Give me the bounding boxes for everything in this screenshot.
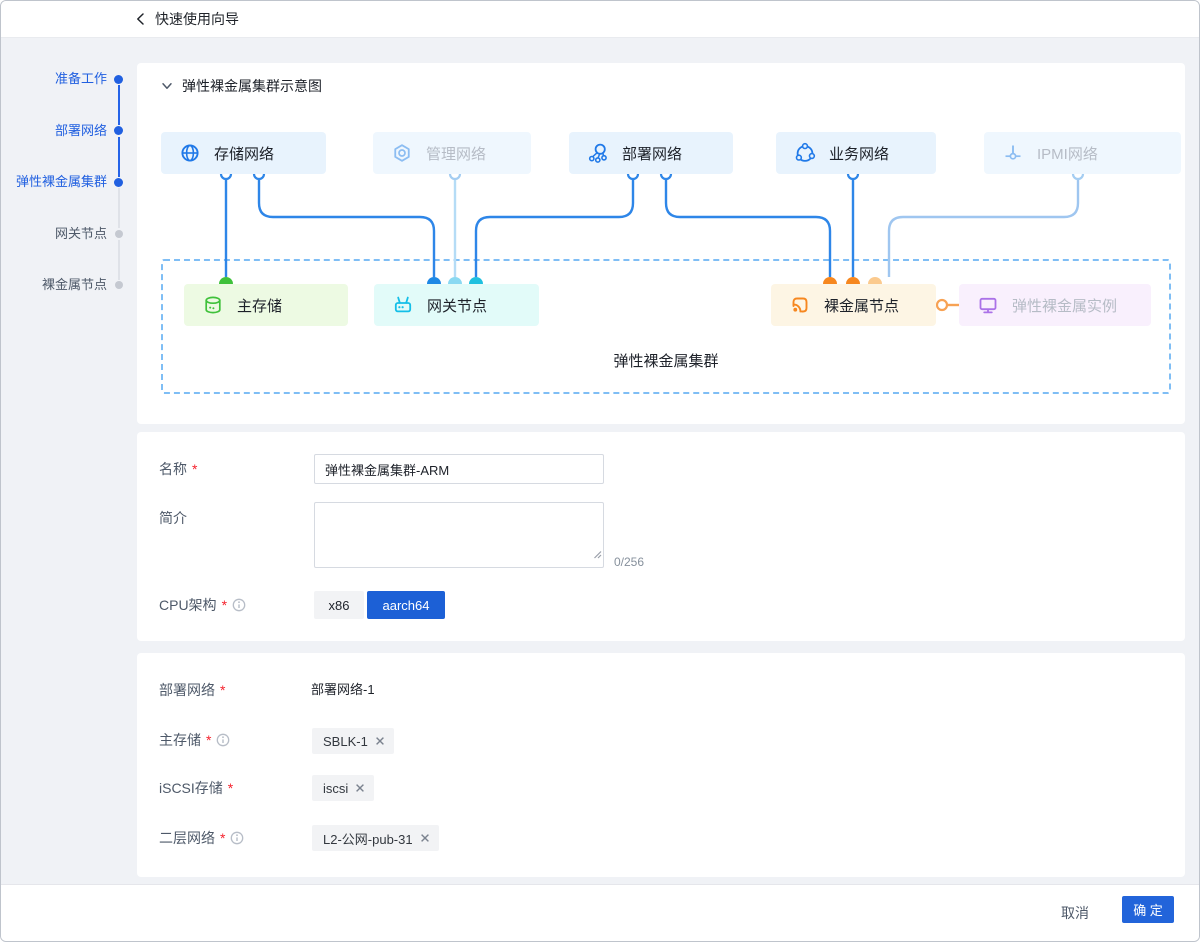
signal-icon	[789, 294, 811, 316]
cancel-button[interactable]: 取消	[1061, 900, 1089, 927]
back-chevron-icon[interactable]	[133, 11, 149, 27]
monitor-icon	[977, 294, 999, 316]
globe-icon	[179, 142, 201, 164]
step-connector	[118, 85, 120, 125]
info-icon[interactable]	[232, 598, 246, 612]
node-label: 网关节点	[427, 295, 487, 316]
name-input[interactable]	[314, 454, 604, 484]
node-label: 管理网络	[426, 143, 486, 164]
node-ipmi-network: IPMI网络	[984, 132, 1181, 174]
router-icon	[392, 294, 414, 316]
step-dot[interactable]	[115, 230, 123, 238]
node-label: 部署网络	[622, 143, 682, 164]
required-mark: *	[206, 730, 211, 750]
node-storage-network: 存储网络	[161, 132, 326, 174]
l2-network-label: 二层网络*	[159, 828, 244, 848]
step-dot[interactable]	[114, 75, 123, 84]
database-icon	[202, 294, 224, 316]
node-mgmt-network: 管理网络	[373, 132, 531, 174]
top-bar: 快速使用向导	[1, 1, 1199, 38]
required-mark: *	[228, 778, 233, 798]
step-label-deploy-network[interactable]: 部署网络	[55, 122, 107, 140]
remove-icon[interactable]	[355, 783, 365, 793]
node-elastic-instance: 弹性裸金属实例	[959, 284, 1151, 326]
node-label: 存储网络	[214, 143, 274, 164]
iscsi-storage-label: iSCSI存储*	[159, 778, 233, 798]
step-label-prepare[interactable]: 准备工作	[55, 70, 107, 88]
step-dot[interactable]	[114, 178, 123, 187]
cluster-dashed-boundary	[161, 259, 1171, 394]
step-label-cluster[interactable]: 弹性裸金属集群	[16, 173, 107, 191]
node-primary-storage: 主存储	[184, 284, 348, 326]
l2-network-tag[interactable]: L2-公网-pub-31	[312, 825, 439, 851]
basic-form-card: 名称* 简介 0/256 CPU架构* x86 aarch64	[137, 432, 1185, 641]
wizard-window: 快速使用向导 准备工作 部署网络 弹性裸金属集群 网关节点 裸金属节点 弹性裸金…	[0, 0, 1200, 942]
diagram-card: 弹性裸金属集群示意图	[137, 63, 1185, 424]
primary-storage-tag[interactable]: SBLK-1	[312, 728, 394, 754]
required-mark: *	[192, 459, 197, 479]
info-icon[interactable]	[216, 733, 230, 747]
node-label: 弹性裸金属实例	[1012, 295, 1117, 316]
deploy-network-label: 部署网络*	[159, 680, 225, 700]
step-connector	[118, 188, 120, 228]
step-label-gateway[interactable]: 网关节点	[55, 225, 107, 243]
cluster-icon	[587, 142, 609, 164]
confirm-button[interactable]: 确 定	[1122, 896, 1174, 923]
cpu-arch-toggle: x86 aarch64	[314, 591, 445, 619]
chevron-down-icon	[161, 80, 173, 92]
network-form-card: 部署网络* 部署网络-1 主存储* SBLK-1 iSCSI存储* iscsi …	[137, 653, 1185, 877]
step-dot[interactable]	[114, 126, 123, 135]
description-label: 简介	[159, 508, 187, 528]
deploy-network-value: 部署网络-1	[311, 680, 375, 700]
node-label: 裸金属节点	[824, 295, 899, 316]
node-baremetal: 裸金属节点	[771, 284, 936, 326]
primary-storage-label: 主存储*	[159, 730, 230, 750]
page-title: 快速使用向导	[155, 1, 239, 37]
cpu-option-aarch64[interactable]: aarch64	[367, 591, 445, 619]
diagram-section-title: 弹性裸金属集群示意图	[182, 76, 322, 96]
required-mark: *	[222, 595, 227, 615]
step-connector	[118, 240, 120, 280]
cpu-option-x86[interactable]: x86	[314, 591, 364, 619]
required-mark: *	[220, 828, 225, 848]
footer-bar: 取消 确 定	[1, 884, 1199, 942]
description-textarea[interactable]	[314, 502, 604, 568]
remove-icon[interactable]	[420, 833, 430, 843]
node-deploy-network: 部署网络	[569, 132, 733, 174]
node-label: 主存储	[237, 295, 282, 316]
node-gateway: 网关节点	[374, 284, 539, 326]
info-icon[interactable]	[230, 831, 244, 845]
remove-icon[interactable]	[375, 736, 385, 746]
node-label: 业务网络	[829, 143, 889, 164]
diagram-section-toggle[interactable]: 弹性裸金属集群示意图	[161, 76, 322, 96]
char-counter: 0/256	[614, 555, 644, 569]
share-network-icon	[794, 142, 816, 164]
resize-handle-icon[interactable]	[592, 546, 602, 564]
required-mark: *	[220, 680, 225, 700]
probe-icon	[1002, 142, 1024, 164]
node-business-network: 业务网络	[776, 132, 936, 174]
nut-icon	[391, 142, 413, 164]
iscsi-storage-tag[interactable]: iscsi	[312, 775, 374, 801]
name-label: 名称*	[159, 459, 197, 479]
step-label-baremetal[interactable]: 裸金属节点	[42, 276, 107, 294]
cpu-arch-label: CPU架构*	[159, 595, 246, 615]
step-dot[interactable]	[115, 281, 123, 289]
step-connector	[118, 137, 120, 177]
cluster-label: 弹性裸金属集群	[161, 350, 1171, 371]
node-label: IPMI网络	[1037, 143, 1098, 164]
